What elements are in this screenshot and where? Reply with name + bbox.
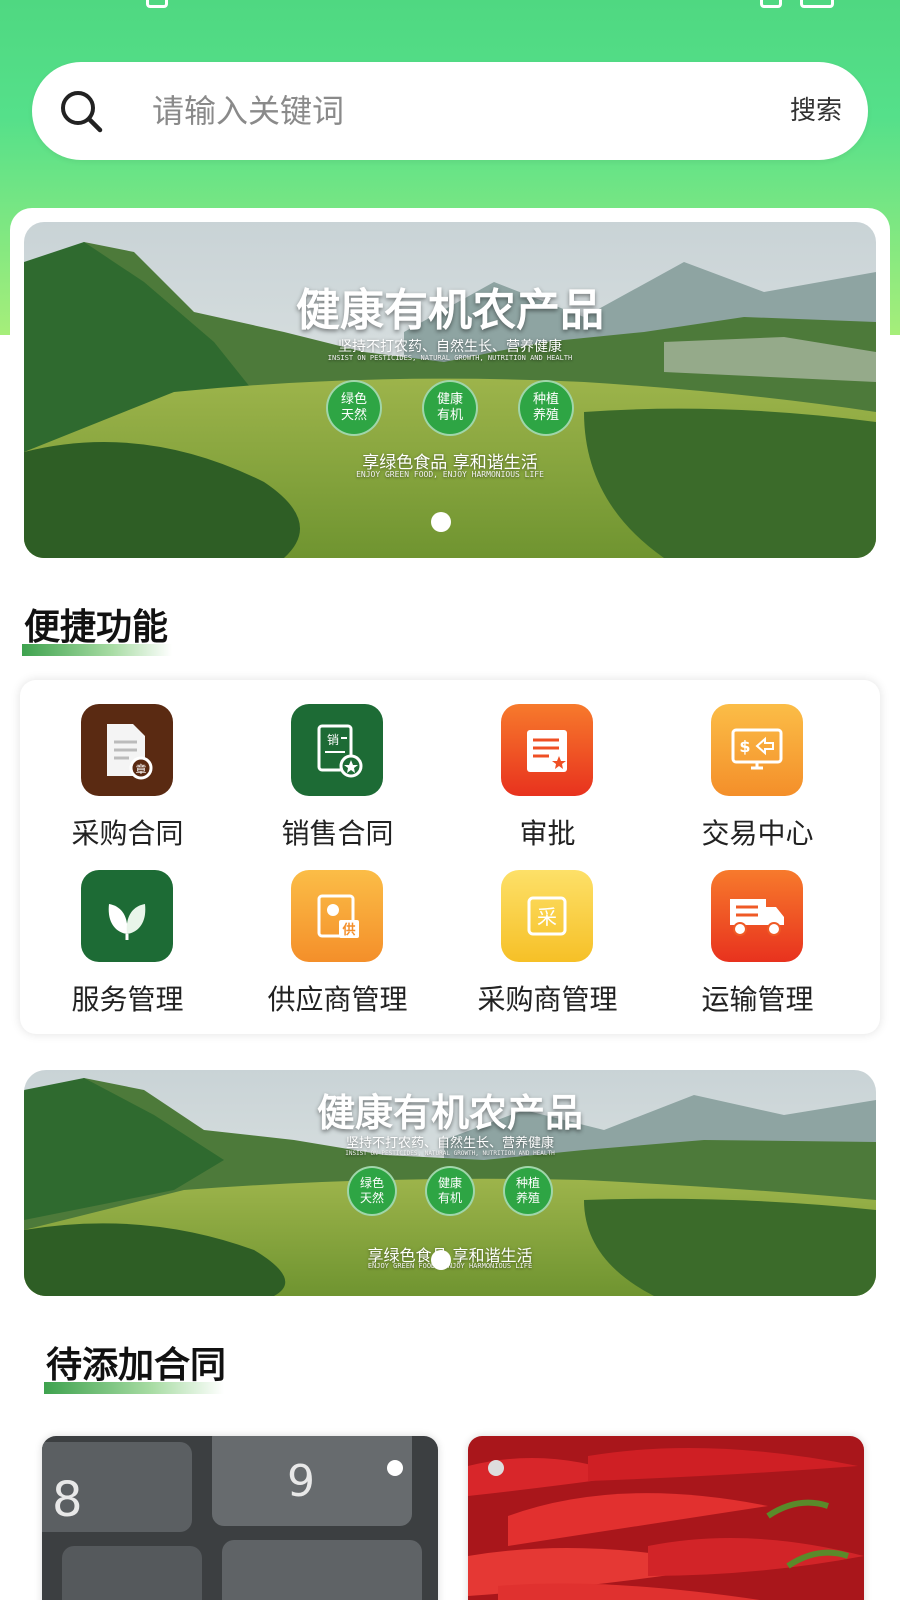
search-button[interactable]: 搜索 [790, 90, 842, 127]
promo-banner-subtitle-en: INSIST ON PESTICIDES, NATURAL GROWTH, NU… [345, 1150, 555, 1157]
banner-subtitle: 坚持不打农药、自然生长、营养健康 [338, 339, 562, 355]
purchaser-icon: 采 [501, 870, 593, 962]
pending-contract-card[interactable] [468, 1436, 864, 1600]
func-label: 审批 [519, 817, 576, 850]
keyboard-image: 8 9 [42, 1436, 438, 1600]
battery-icon [800, 0, 834, 8]
signal-icon [760, 0, 782, 8]
quick-functions-card: 章 采购合同 销 销售合同 审批 $ 交易中心 服务管理 供 供应商管理 采 采… [20, 680, 880, 1034]
banner-badges: 绿色 天然 健康 有机 种植 养殖 [24, 380, 876, 436]
banner-carousel[interactable]: 健康有机农产品 坚持不打农药、自然生长、营养健康 INSIST ON PESTI… [24, 222, 876, 558]
promo-banner-title: 健康有机农产品 [316, 1090, 583, 1135]
trading-center-icon: $ [711, 704, 803, 796]
image-dot [387, 1460, 403, 1476]
promo-banner-badges: 绿色 天然 健康 有机 种植 养殖 [24, 1166, 876, 1216]
svg-text:9: 9 [287, 1456, 315, 1507]
section-underline [44, 1382, 224, 1394]
func-label: 运输管理 [701, 983, 814, 1016]
func-label: 交易中心 [701, 817, 814, 850]
svg-text:供: 供 [341, 922, 355, 938]
leaf-icon [81, 870, 173, 962]
func-service-management[interactable]: 服务管理 [20, 870, 235, 1030]
svg-text:采: 采 [537, 905, 557, 929]
svg-text:销: 销 [327, 733, 339, 747]
badge-healthy-organic: 健康 有机 [422, 380, 478, 436]
badge-green-natural: 绿色 天然 [347, 1166, 397, 1216]
pending-contract-card[interactable]: 8 9 [42, 1436, 438, 1600]
func-label: 服务管理 [71, 983, 184, 1016]
badge-healthy-organic: 健康 有机 [425, 1166, 475, 1216]
approval-icon [501, 704, 593, 796]
func-trading-center[interactable]: $ 交易中心 [650, 704, 865, 864]
carousel-dot[interactable] [431, 512, 451, 532]
notification-icon [146, 0, 168, 8]
func-label: 销售合同 [281, 817, 394, 850]
chili-peppers-image [468, 1436, 864, 1600]
func-transport-management[interactable]: 运输管理 [650, 870, 865, 1030]
supplier-icon: 供 [291, 870, 383, 962]
banner-subtitle-en: INSIST ON PESTICIDES, NATURAL GROWTH, NU… [327, 354, 573, 362]
func-purchaser-management[interactable]: 采 采购商管理 [440, 870, 655, 1030]
section-title-pending-contracts: 待添加合同 [46, 1345, 227, 1386]
status-bar [0, 0, 900, 12]
func-label: 采购商管理 [477, 983, 618, 1016]
promo-banner[interactable]: 健康有机农产品 坚持不打农药、自然生长、营养健康 INSIST ON PESTI… [24, 1070, 876, 1296]
section-underline [22, 644, 172, 656]
search-input[interactable] [152, 86, 712, 136]
sales-contract-icon: 销 [291, 704, 383, 796]
promo-banner-subtitle: 坚持不打农药、自然生长、营养健康 [345, 1136, 554, 1151]
banner-title: 健康有机农产品 [296, 285, 604, 336]
image-dot [488, 1460, 504, 1476]
truck-icon [711, 870, 803, 962]
svg-text:$: $ [739, 737, 750, 756]
section-title-quick-functions: 便捷功能 [24, 607, 169, 648]
badge-planting-breeding: 种植 养殖 [503, 1166, 553, 1216]
func-supplier-management[interactable]: 供 供应商管理 [230, 870, 445, 1030]
svg-text:8: 8 [52, 1472, 83, 1528]
search-icon[interactable] [58, 88, 104, 134]
func-approval[interactable]: 审批 [440, 704, 655, 864]
banner-slogan-en: ENJOY GREEN FOOD, ENJOY HARMONIOUS LIFE [356, 470, 544, 479]
carousel-dot[interactable] [431, 1250, 451, 1270]
badge-green-natural: 绿色 天然 [326, 380, 382, 436]
svg-text:章: 章 [136, 762, 147, 776]
func-purchase-contract[interactable]: 章 采购合同 [20, 704, 235, 864]
func-sales-contract[interactable]: 销 销售合同 [230, 704, 445, 864]
search-bar[interactable]: 搜索 [32, 62, 868, 160]
func-label: 供应商管理 [267, 983, 408, 1016]
badge-planting-breeding: 种植 养殖 [518, 380, 574, 436]
purchase-contract-icon: 章 [81, 704, 173, 796]
func-label: 采购合同 [71, 817, 184, 850]
